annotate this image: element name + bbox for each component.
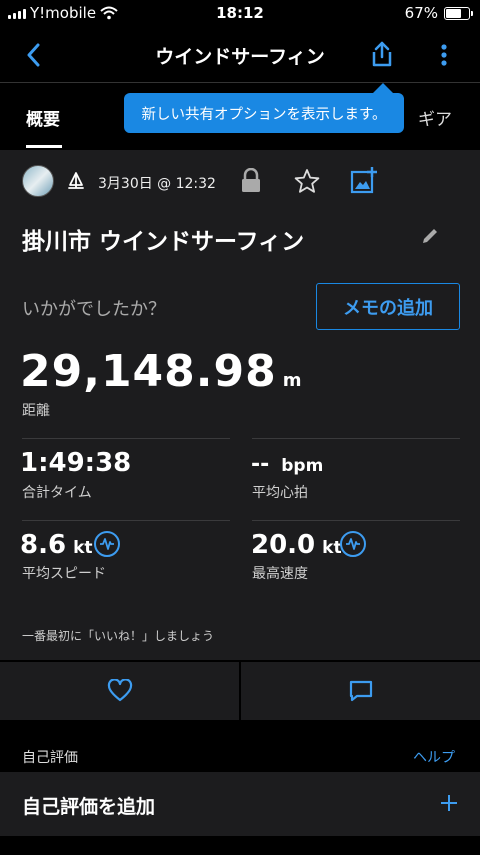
tab-overview[interactable]: 概要 (26, 105, 60, 130)
stat-divider (22, 520, 230, 521)
max-speed-stat: 20.0 kt (251, 530, 342, 560)
max-speed-unit: kt (322, 538, 342, 558)
battery-icon (444, 6, 473, 20)
avg-hr-stat: -- bpm (251, 452, 323, 477)
self-eval-header: 自己評価 (22, 750, 78, 766)
tooltip-arrow (373, 83, 393, 93)
tab-active-indicator (26, 145, 62, 148)
avg-speed-value: 8.6 (20, 530, 67, 560)
tab-gear[interactable]: ギア (418, 105, 452, 130)
add-self-eval-row[interactable]: 自己評価を追加 (0, 772, 480, 836)
max-speed-chart-icon[interactable] (340, 531, 366, 557)
share-tooltip[interactable]: 新しい共有オプションを表示します。 (124, 93, 404, 133)
activity-type-icon (66, 171, 86, 195)
total-time-label: 合計タイム (22, 485, 92, 501)
stat-divider (252, 438, 460, 439)
status-bar: Y!mobile 18:12 67% (0, 0, 480, 28)
heart-icon (107, 679, 132, 702)
add-memo-button[interactable]: メモの追加 (316, 283, 460, 330)
avatar[interactable] (22, 165, 54, 197)
help-link[interactable]: ヘルプ (413, 747, 455, 767)
distance-unit: m (282, 370, 302, 391)
total-time-value: 1:49:38 (20, 448, 132, 478)
avg-hr-unit: bpm (281, 456, 324, 476)
star-icon[interactable] (294, 168, 320, 198)
activity-date: 3月30日 @ 12:32 (98, 176, 216, 192)
stat-divider (252, 520, 460, 521)
battery-status: 67% (404, 4, 473, 22)
stat-divider (22, 438, 230, 439)
avg-speed-stat: 8.6 kt (20, 530, 93, 560)
like-prompt: 一番最初に「いいね！」しましょう (22, 629, 215, 643)
battery-percent: 67% (404, 4, 438, 22)
avg-speed-unit: kt (73, 538, 93, 558)
avg-hr-value: -- (251, 452, 270, 477)
max-speed-label: 最高速度 (252, 566, 308, 582)
distance-stat: 29,148.98 m (20, 346, 302, 397)
comment-icon (349, 680, 372, 702)
share-icon[interactable] (366, 38, 398, 70)
distance-label: 距離 (22, 403, 50, 419)
activity-name: 掛川市 ウインドサーフィン (22, 229, 305, 255)
distance-value: 29,148.98 (20, 346, 277, 397)
plus-icon (440, 794, 458, 816)
nav-bar: ウインドサーフィン (0, 28, 480, 82)
page-title: ウインドサーフィン (155, 46, 325, 68)
avg-speed-label: 平均スピード (22, 566, 106, 582)
how-was-it-prompt: いかがでしたか？ (22, 299, 166, 320)
activity-card: 3月30日 @ 12:32 掛川市 ウインドサーフィン いかがでしたか？ (0, 150, 480, 660)
add-self-eval-label: 自己評価を追加 (22, 796, 156, 818)
edit-pencil-icon[interactable] (420, 226, 440, 250)
avg-speed-chart-icon[interactable] (94, 531, 120, 557)
more-vertical-icon[interactable] (430, 40, 458, 70)
max-speed-value: 20.0 (251, 530, 316, 560)
add-photo-icon[interactable] (350, 166, 378, 198)
avg-hr-label: 平均心拍 (252, 485, 308, 501)
comment-button[interactable] (241, 662, 480, 720)
like-button[interactable] (0, 662, 239, 720)
lock-icon[interactable] (240, 167, 262, 198)
